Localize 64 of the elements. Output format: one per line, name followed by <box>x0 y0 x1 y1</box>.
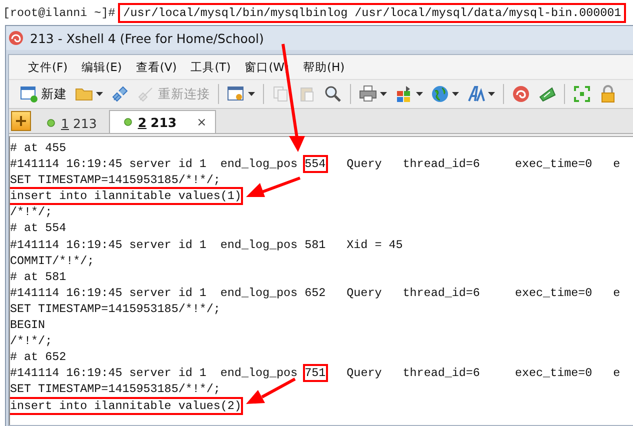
terminal-text: /*!*/; <box>10 334 52 348</box>
window-title: 213 - Xshell 4 (Free for Home/School) <box>30 30 264 46</box>
windows-flag-icon <box>395 85 413 103</box>
plus-icon <box>15 115 27 127</box>
add-tab-button[interactable] <box>11 111 31 131</box>
link-icon <box>111 85 129 103</box>
arrow <box>246 176 301 197</box>
terminal-text: #141114 16:19:45 server id 1 end_log_pos <box>10 366 299 380</box>
caret-icon <box>380 92 387 96</box>
terminal-text: #141114 16:19:45 server id 1 end_log_pos <box>10 157 299 172</box>
shell-command: /usr/local/mysql/bin/mysqlbinlog /usr/local/mysql/data/mysql-bin.000001 <box>118 2 626 22</box>
status-dot-icon <box>47 119 55 127</box>
highlighted-text: 554 <box>304 157 326 172</box>
font-icon <box>467 85 485 103</box>
lock-icon <box>599 85 617 103</box>
search-icon <box>324 85 342 103</box>
terminal-text: BEGIN <box>10 318 46 332</box>
spiral-logo-icon <box>8 30 24 46</box>
properties-icon <box>227 85 245 103</box>
spiral-logo-icon <box>512 85 530 103</box>
terminal-text: # at 652 <box>10 350 66 364</box>
caret-icon <box>96 92 103 96</box>
terminal-text: #141114 16:19:45 server id 1 end_log_pos 652 Query thread_id=6 exec_time=0 e <box>10 286 620 300</box>
terminal-text: SET TIMESTAMP=1415953185/*!*/; <box>10 302 220 316</box>
terminal-text: Query thread_id=6 exec_time=0 e <box>346 157 620 172</box>
caret-icon <box>488 92 495 96</box>
menu-item[interactable]: 查看(V) <box>128 58 184 76</box>
tab-label: 213 <box>150 114 177 130</box>
arrow <box>246 378 296 404</box>
highlighted-text: 751 <box>304 366 326 380</box>
menu-item[interactable]: 文件(F) <box>21 58 75 76</box>
status-dot-icon <box>124 118 132 126</box>
terminal-text: SET TIMESTAMP=1415953185/*!*/; <box>10 382 220 396</box>
terminal-text: # at 581 <box>10 270 66 284</box>
menu-item[interactable]: 帮助(H) <box>296 58 352 76</box>
terminal-text: SET TIMESTAMP=1415953185/*!*/; <box>10 173 220 188</box>
session-tab[interactable]: 2 213 × <box>108 110 216 133</box>
fullscreen-icon <box>573 85 591 103</box>
highlighted-text: insert into ilannitable values(2) <box>10 398 242 412</box>
terminal-text: COMMIT/*!*/; <box>10 254 94 268</box>
link-icon <box>137 85 155 103</box>
terminal-text: Query thread_id=6 exec_time=0 e <box>346 366 620 380</box>
terminal-text: #141114 16:19:45 server id 1 end_log_pos 581 Xid = 45 <box>10 238 403 252</box>
terminal-text: /*!*/; <box>10 205 52 220</box>
toolbar-button[interactable]: 新建 <box>17 83 70 105</box>
caret-icon <box>416 92 423 96</box>
close-tab-button[interactable]: × <box>196 115 207 129</box>
highlighted-text: insert into ilannitable values(1) <box>10 189 242 204</box>
globe-icon <box>431 85 449 103</box>
tab-label: 213 <box>72 116 97 130</box>
copy-icon <box>272 85 290 103</box>
terminal-text: # at 554 <box>10 221 66 236</box>
clipboard-icon <box>298 85 316 103</box>
menu-item[interactable]: 编辑(E) <box>74 58 129 76</box>
printer-icon <box>359 85 377 103</box>
leaf-icon <box>538 85 556 103</box>
caret-icon <box>452 92 459 96</box>
new-window-icon <box>20 85 38 103</box>
tab-number: 2 <box>138 114 147 130</box>
caret-icon <box>248 92 255 96</box>
terminal-text: # at 455 <box>10 141 66 155</box>
menu-item[interactable]: 工具(T) <box>184 58 238 76</box>
tab-number: 1 <box>61 116 69 130</box>
shell-prompt: [root@ilanni ~]# <box>3 6 116 20</box>
